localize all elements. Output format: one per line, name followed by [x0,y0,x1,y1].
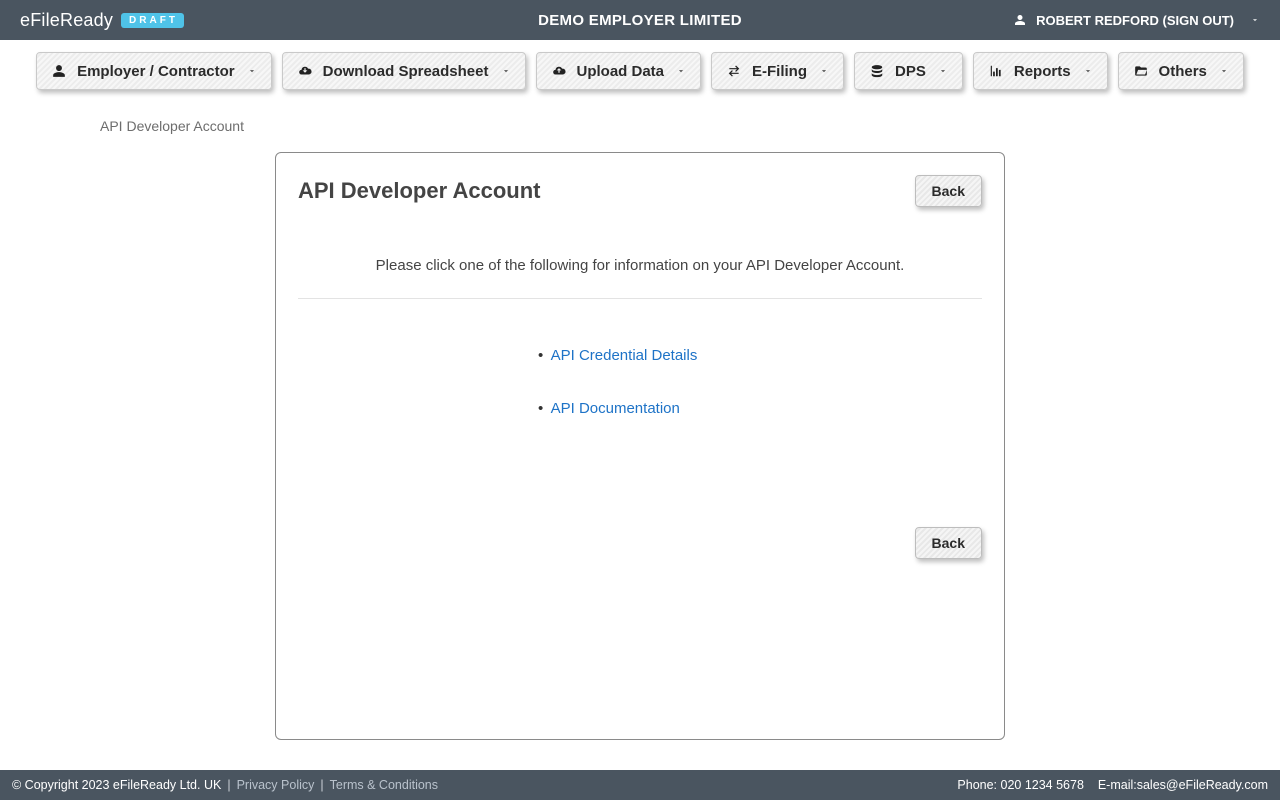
menu-upload-data[interactable]: Upload Data [536,52,702,90]
user-icon [51,64,67,78]
menu-label: DPS [895,63,926,80]
chevron-down-icon [1219,66,1229,76]
menu-label: E-Filing [752,63,807,80]
back-button-top[interactable]: Back [915,175,982,207]
footer-contact: Phone: 020 1234 5678 E-mail:sales@eFileR… [957,778,1268,792]
footer-terms-link[interactable]: Terms & Conditions [330,778,438,792]
card-links: • API Credential Details • API Documenta… [298,299,982,527]
separator: | [320,778,323,792]
brand-name: eFileReady [20,10,113,31]
folder-open-icon [1133,64,1149,78]
menu-efiling[interactable]: E-Filing [711,52,844,90]
menu-label: Employer / Contractor [77,63,235,80]
menu-label: Others [1159,63,1207,80]
menu-label: Upload Data [577,63,665,80]
company-name: DEMO EMPLOYER LIMITED [538,12,742,29]
chevron-down-icon [1083,66,1093,76]
footer-copyright: © Copyright 2023 eFileReady Ltd. UK [12,778,221,792]
separator: | [227,778,230,792]
menu-label: Reports [1014,63,1071,80]
main-content: API Developer Account Back Please click … [0,134,1280,770]
menu-employer-contractor[interactable]: Employer / Contractor [36,52,272,90]
list-item: • API Documentation [298,394,982,447]
draft-badge: DRAFT [121,13,184,28]
breadcrumb: API Developer Account [0,90,1280,134]
bullet-icon: • [538,347,543,364]
card-title: API Developer Account [298,178,540,204]
footer-email-link[interactable]: sales@eFileReady.com [1137,778,1268,792]
main-menu: Employer / Contractor Download Spreadshe… [0,40,1280,90]
link-api-credential-details[interactable]: API Credential Details [551,347,698,364]
menu-reports[interactable]: Reports [973,52,1108,90]
card-header: API Developer Account Back [298,175,982,207]
user-icon [1014,14,1026,26]
footer: © Copyright 2023 eFileReady Ltd. UK | Pr… [0,770,1280,800]
menu-label: Download Spreadsheet [323,63,489,80]
database-icon [869,64,885,78]
card-footer: Back [298,527,982,559]
bar-chart-icon [988,64,1004,78]
topbar: eFileReady DRAFT DEMO EMPLOYER LIMITED R… [0,0,1280,40]
user-label: ROBERT REDFORD (SIGN OUT) [1036,13,1234,28]
chevron-down-icon [247,66,257,76]
menu-others[interactable]: Others [1118,52,1244,90]
link-api-documentation[interactable]: API Documentation [551,400,680,417]
brand: eFileReady DRAFT [20,10,184,31]
footer-privacy-link[interactable]: Privacy Policy [237,778,315,792]
footer-email-label: E-mail: [1098,778,1137,792]
bullet-icon: • [538,400,543,417]
chevron-down-icon [1250,15,1260,25]
list-item: • API Credential Details [298,341,982,394]
chevron-down-icon [676,66,686,76]
chevron-down-icon [819,66,829,76]
api-developer-card: API Developer Account Back Please click … [275,152,1005,740]
cloud-upload-icon [551,64,567,78]
back-button-bottom[interactable]: Back [915,527,982,559]
footer-phone: Phone: 020 1234 5678 [957,778,1084,792]
menu-dps[interactable]: DPS [854,52,963,90]
menu-download-spreadsheet[interactable]: Download Spreadsheet [282,52,526,90]
card-intro-text: Please click one of the following for in… [298,207,982,299]
chevron-down-icon [938,66,948,76]
chevron-down-icon [501,66,511,76]
cloud-download-icon [297,64,313,78]
exchange-icon [726,64,742,78]
user-menu[interactable]: ROBERT REDFORD (SIGN OUT) [1014,13,1260,28]
